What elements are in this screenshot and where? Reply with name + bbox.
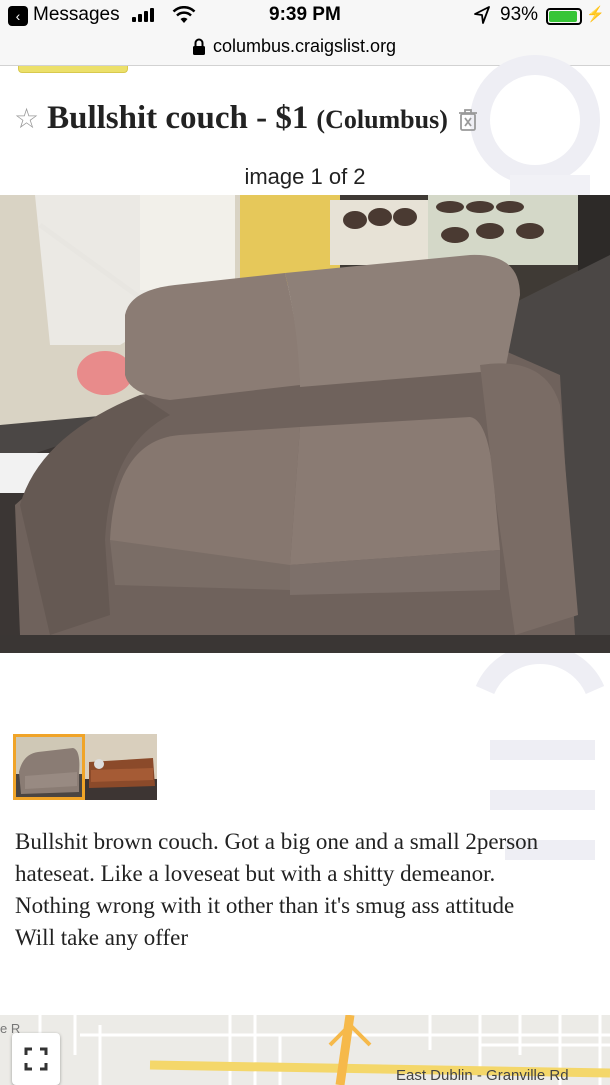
chevron-left-icon[interactable]: ‹	[8, 6, 28, 26]
image-counter: image 1 of 2	[244, 164, 366, 189]
posting-body: Bullshit brown couch. Got a big one and …	[15, 826, 595, 954]
posting-title-row: ☆ Bullshit couch - $1 (Columbus)	[14, 100, 604, 140]
charging-bolt-icon: ⚡	[586, 6, 605, 23]
location-arrow-icon	[474, 6, 490, 24]
trash-icon[interactable]	[458, 108, 478, 132]
thumbnail-strip	[13, 734, 157, 800]
posting-body-line: Bullshit brown couch. Got a big one and …	[15, 829, 539, 886]
cellular-signal-icon	[132, 8, 154, 22]
wifi-icon	[172, 6, 196, 23]
clock: 9:39 PM	[269, 4, 341, 25]
star-outline-icon[interactable]: ☆	[14, 102, 39, 135]
battery-percent: 93%	[500, 4, 539, 25]
url-text[interactable]: columbus.craigslist.org	[213, 36, 396, 57]
main-photo[interactable]	[0, 195, 610, 653]
lock-icon	[193, 38, 205, 55]
map-road-label: East Dublin - Granville Rd	[396, 1067, 569, 1084]
posting-location: (Columbus)	[316, 105, 448, 134]
thumbnail-1[interactable]	[13, 734, 85, 800]
posting-body-line: Nothing wrong with it other than it's sm…	[15, 893, 515, 918]
header-tab[interactable]	[18, 66, 128, 73]
thumbnail-2[interactable]	[85, 734, 157, 800]
posting-title: Bullshit couch - $1	[47, 100, 309, 136]
posting-body-line: Will take any offer	[15, 925, 188, 950]
battery-icon	[546, 8, 582, 25]
status-bar: ‹ Messages 9:39 PM 93% ⚡	[0, 0, 610, 32]
map[interactable]: e R East Dublin - Granville Rd	[0, 1015, 610, 1085]
url-bar[interactable]: columbus.craigslist.org	[0, 32, 610, 66]
fullscreen-icon[interactable]	[12, 1033, 60, 1085]
back-to-app-label[interactable]: Messages	[33, 4, 120, 26]
